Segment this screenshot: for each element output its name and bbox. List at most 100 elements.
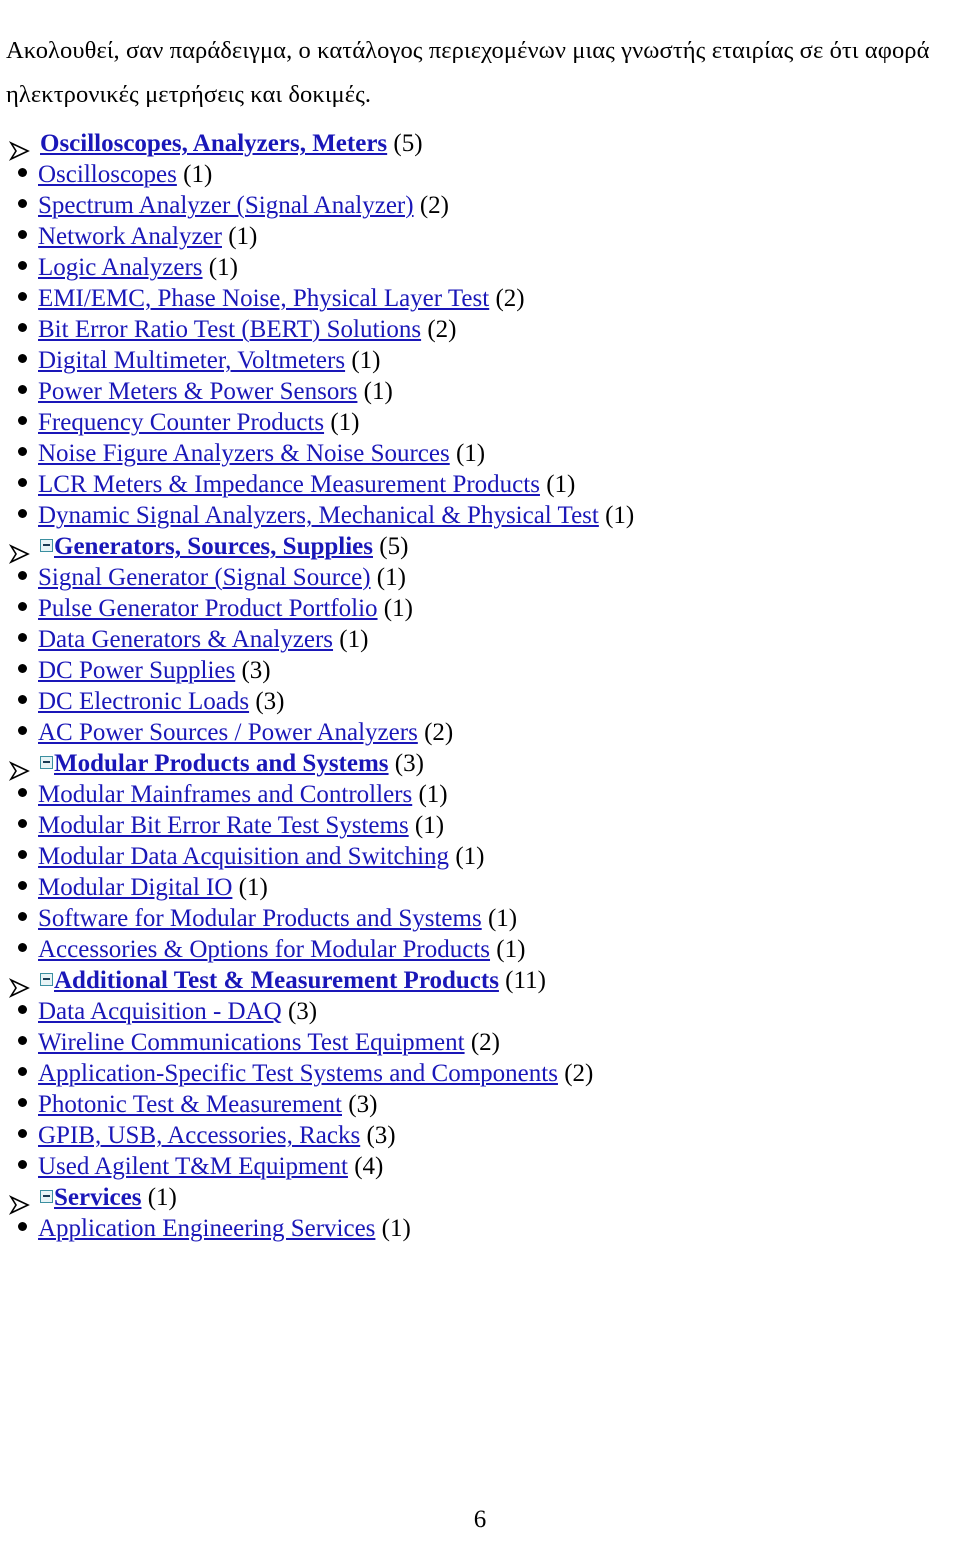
outline-item-link[interactable]: AC Power Sources / Power Analyzers — [38, 719, 418, 746]
outline-row-content: Application-Specific Test Systems and Co… — [38, 1058, 593, 1089]
outline-item-link[interactable]: Dynamic Signal Analyzers, Mechanical & P… — [38, 502, 599, 529]
outline-item-link[interactable]: Digital Multimeter, Voltmeters — [38, 347, 345, 374]
outline-row-count: (1) — [490, 936, 526, 963]
disc-bullet-icon — [0, 1151, 36, 1182]
disc-bullet-icon — [0, 1027, 36, 1058]
outline-row-content: DC Power Supplies (3) — [38, 655, 271, 686]
intro-paragraph: Ακολουθεί, σαν παράδειγμα, ο κατάλογος π… — [6, 36, 930, 108]
disc-bullet-icon-glyph — [18, 602, 27, 611]
outline-row-content: Frequency Counter Products (1) — [38, 407, 359, 438]
disc-bullet-icon — [0, 872, 36, 903]
collapse-minus-icon[interactable] — [40, 538, 53, 552]
outline-item-link[interactable]: Application Engineering Services — [38, 1215, 375, 1242]
outline-row-count: (2) — [557, 1060, 594, 1087]
disc-bullet-icon-glyph — [18, 633, 27, 642]
outline-item-link[interactable]: Application-Specific Test Systems and Co… — [38, 1060, 558, 1087]
disc-bullet-icon-glyph — [18, 1160, 27, 1169]
outline-item-link[interactable]: Bit Error Ratio Test (BERT) Solutions — [38, 316, 421, 343]
outline-item-row: LCR Meters & Impedance Measurement Produ… — [0, 469, 940, 500]
disc-bullet-icon-glyph — [18, 1129, 27, 1138]
outline-section-row: Generators, Sources, Supplies (5) — [0, 531, 940, 564]
disc-bullet-icon-glyph — [18, 354, 27, 363]
disc-bullet-icon-glyph — [18, 261, 27, 270]
outline-section-row: Additional Test & Measurement Products (… — [0, 965, 940, 998]
outline-row-content: Data Generators & Analyzers (1) — [38, 624, 368, 655]
outline-row-content: Modular Data Acquisition and Switching (… — [38, 841, 484, 872]
outline-item-row: Used Agilent T&M Equipment (4) — [0, 1151, 940, 1182]
outline-item-link[interactable]: Spectrum Analyzer (Signal Analyzer) — [38, 192, 414, 219]
outline-item-link[interactable]: Used Agilent T&M Equipment — [38, 1153, 348, 1180]
disc-bullet-icon-glyph — [18, 1005, 27, 1014]
disc-bullet-icon — [0, 779, 36, 810]
outline-row-count: (3) — [342, 1091, 378, 1118]
outline-item-link[interactable]: Modular Bit Error Rate Test Systems — [38, 812, 409, 839]
arrow-bullet-icon — [0, 128, 36, 161]
outline-item-link[interactable]: Pulse Generator Product Portfolio — [38, 595, 378, 622]
disc-bullet-icon-glyph — [18, 323, 27, 332]
collapse-minus-icon[interactable] — [40, 1189, 53, 1203]
outline-row-count: (3) — [360, 1122, 396, 1149]
outline-item-link[interactable]: Oscilloscopes — [38, 161, 177, 188]
outline-item-link[interactable]: Data Generators & Analyzers — [38, 626, 333, 653]
outline-item-link[interactable]: Accessories & Options for Modular Produc… — [38, 936, 490, 963]
outline-item-row: Data Acquisition - DAQ (3) — [0, 996, 940, 1027]
collapse-minus-icon[interactable] — [40, 755, 53, 769]
disc-bullet-icon — [0, 252, 36, 283]
disc-bullet-icon — [0, 438, 36, 469]
arrow-bullet-icon — [0, 748, 36, 781]
outline-row-count: (1) — [375, 1215, 411, 1242]
outline-item-link[interactable]: EMI/EMC, Phase Noise, Physical Layer Tes… — [38, 285, 489, 312]
outline-row-count: (1) — [141, 1184, 177, 1211]
outline-item-link[interactable]: Software for Modular Products and System… — [38, 905, 482, 932]
disc-bullet-icon — [0, 345, 36, 376]
outline-row-content: Used Agilent T&M Equipment (4) — [38, 1151, 383, 1182]
outline-item-link[interactable]: DC Electronic Loads — [38, 688, 249, 715]
outline-item-link[interactable]: Logic Analyzers — [38, 254, 203, 281]
outline-item-row: Oscilloscopes (1) — [0, 159, 940, 190]
outline-row-content: Noise Figure Analyzers & Noise Sources (… — [38, 438, 485, 469]
disc-bullet-icon — [0, 562, 36, 593]
outline-item-link[interactable]: LCR Meters & Impedance Measurement Produ… — [38, 471, 540, 498]
outline-row-count: (1) — [539, 471, 576, 498]
outline-item-link[interactable]: Modular Mainframes and Controllers — [38, 781, 412, 808]
outline-row-content: LCR Meters & Impedance Measurement Produ… — [38, 469, 575, 500]
outline-item-row: Bit Error Ratio Test (BERT) Solutions (2… — [0, 314, 940, 345]
outline-item-link[interactable]: GPIB, USB, Accessories, Racks — [38, 1122, 360, 1149]
disc-bullet-icon-glyph — [18, 571, 27, 580]
outline-item-link[interactable]: DC Power Supplies — [38, 657, 235, 684]
outline-item-link[interactable]: Network Analyzer — [38, 223, 222, 250]
disc-bullet-icon-glyph — [18, 912, 27, 921]
outline-section-link[interactable]: Modular Products and Systems — [54, 750, 389, 777]
outline-row-content: EMI/EMC, Phase Noise, Physical Layer Tes… — [38, 283, 525, 314]
outline-item-link[interactable]: Data Acquisition - DAQ — [38, 998, 282, 1025]
disc-bullet-icon-glyph — [18, 819, 27, 828]
outline-item-link[interactable]: Modular Data Acquisition and Switching — [38, 843, 449, 870]
outline-item-row: Frequency Counter Products (1) — [0, 407, 940, 438]
outline-item-row: Modular Data Acquisition and Switching (… — [0, 841, 940, 872]
outline-item-link[interactable]: Signal Generator (Signal Source) — [38, 564, 371, 591]
disc-bullet-icon — [0, 624, 36, 655]
outline-item-link[interactable]: Photonic Test & Measurement — [38, 1091, 342, 1118]
outline-row-count: (1) — [232, 874, 268, 901]
outline-row-content: Network Analyzer (1) — [38, 221, 257, 252]
outline-item-link[interactable]: Noise Figure Analyzers & Noise Sources — [38, 440, 450, 467]
outline-row-count: (1) — [412, 781, 448, 808]
outline-row-content: Bit Error Ratio Test (BERT) Solutions (2… — [38, 314, 457, 345]
disc-bullet-icon-glyph — [18, 168, 27, 177]
outline-item-link[interactable]: Power Meters & Power Sensors — [38, 378, 357, 405]
outline-row-count: (11) — [498, 967, 546, 994]
document-page: Ακολουθεί, σαν παράδειγμα, ο κατάλογος π… — [0, 0, 960, 1561]
outline-section-link[interactable]: Generators, Sources, Supplies — [54, 533, 373, 560]
outline-item-link[interactable]: Wireline Communications Test Equipment — [38, 1029, 465, 1056]
outline-section-link[interactable]: Additional Test & Measurement Products — [54, 967, 499, 994]
outline-section-link[interactable]: Services — [54, 1184, 141, 1211]
outline-row-count: (3) — [388, 750, 424, 777]
collapse-minus-icon[interactable] — [40, 972, 53, 986]
outline-item-link[interactable]: Frequency Counter Products — [38, 409, 324, 436]
disc-bullet-icon — [0, 655, 36, 686]
outline-item-link[interactable]: Modular Digital IO — [38, 874, 232, 901]
outline-section-link[interactable]: Oscilloscopes, Analyzers, Meters — [40, 130, 387, 157]
outline-item-row: Noise Figure Analyzers & Noise Sources (… — [0, 438, 940, 469]
outline-item-row: EMI/EMC, Phase Noise, Physical Layer Tes… — [0, 283, 940, 314]
disc-bullet-icon — [0, 314, 36, 345]
